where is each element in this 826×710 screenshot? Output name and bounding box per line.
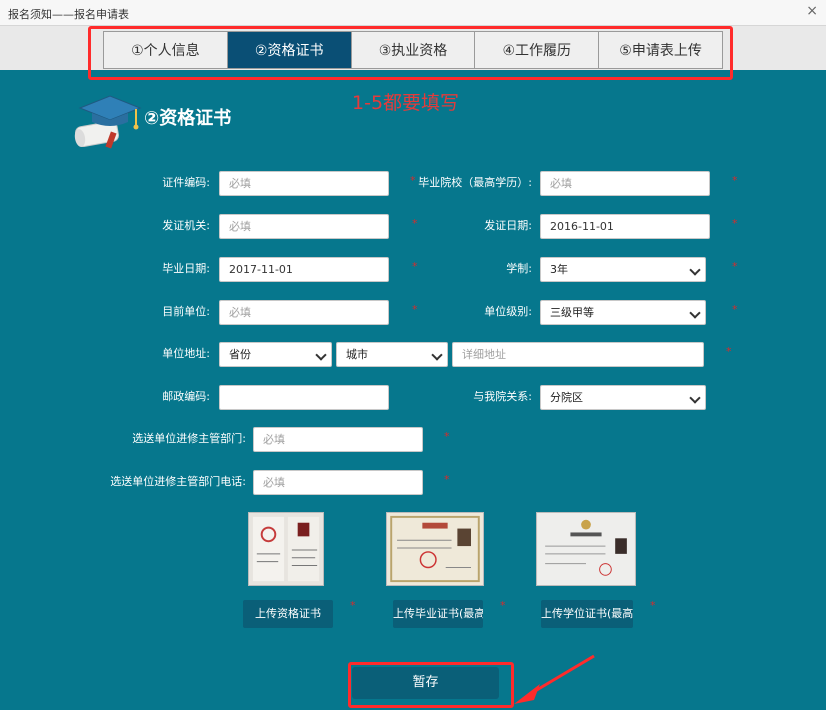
chevron-down-icon: [689, 307, 701, 319]
province-value: 省份: [229, 348, 251, 361]
required-mark: *: [412, 260, 418, 273]
edu-length-value: 3年: [550, 263, 568, 276]
unit-level-select[interactable]: 三级甲等: [540, 300, 706, 325]
chevron-down-icon: [689, 264, 701, 276]
qualification-cert-thumbnail: [248, 512, 324, 586]
row-dept-phone: 选送单位进修主管部门电话: *: [0, 470, 826, 498]
row-cert-school: 证件编码: * 毕业院校（最高学历）: *: [0, 171, 826, 199]
save-draft-button[interactable]: 暂存: [352, 667, 499, 699]
issuer-input[interactable]: [219, 214, 389, 239]
required-mark: *: [732, 217, 738, 230]
row-dept: 选送单位进修主管部门: *: [0, 427, 826, 455]
required-mark: *: [412, 303, 418, 316]
row-unit-level: 目前单位: * 单位级别: 三级甲等 *: [0, 300, 826, 328]
dept-phone-label: 选送单位进修主管部门电话:: [110, 475, 246, 488]
window-title: 报名须知——报名申请表: [8, 8, 129, 21]
postcode-label: 邮政编码:: [162, 390, 210, 403]
chevron-down-icon: [689, 392, 701, 404]
issue-date-label: 发证日期:: [484, 219, 532, 232]
grad-date-input[interactable]: [219, 257, 389, 282]
unit-address-label: 单位地址:: [162, 347, 210, 360]
required-mark: *: [444, 473, 450, 486]
annotation-text: 1-5都要填写: [352, 92, 460, 114]
required-mark: *: [350, 599, 356, 612]
issue-date-input[interactable]: [540, 214, 710, 239]
required-mark: *: [732, 303, 738, 316]
graduation-cap-icon: [74, 95, 142, 149]
issuer-label: 发证机关:: [162, 219, 210, 232]
degree-cert-thumbnail: [536, 512, 636, 586]
required-mark: *: [650, 599, 656, 612]
postcode-input[interactable]: [219, 385, 389, 410]
row-issuer-date: 发证机关: * 发证日期: *: [0, 214, 826, 242]
city-value: 城市: [346, 348, 368, 361]
school-input[interactable]: [540, 171, 710, 196]
required-mark: *: [732, 260, 738, 273]
graduation-cert-thumbnail: [386, 512, 484, 586]
province-select[interactable]: 省份: [219, 342, 332, 367]
upload-graduation-cert-button[interactable]: 上传毕业证书(最高: [393, 600, 483, 628]
section-title: ②资格证书: [144, 108, 232, 129]
required-mark: *: [726, 345, 732, 358]
tabs-highlight-box: [88, 26, 733, 80]
required-mark: *: [500, 599, 506, 612]
edu-length-select[interactable]: 3年: [540, 257, 706, 282]
unit-input[interactable]: [219, 300, 389, 325]
close-icon[interactable]: ×: [806, 3, 818, 19]
grad-date-label: 毕业日期:: [162, 262, 210, 275]
row-unit-address: 单位地址: 省份 城市 *: [0, 342, 826, 370]
upload-degree-cert-button[interactable]: 上传学位证书(最高: [541, 600, 633, 628]
unit-label: 目前单位:: [162, 305, 210, 318]
edu-length-label: 学制:: [506, 262, 532, 275]
address-detail-input[interactable]: [452, 342, 704, 367]
dept-phone-input[interactable]: [253, 470, 423, 495]
dept-label: 选送单位进修主管部门:: [132, 432, 246, 445]
row-grad-length: 毕业日期: * 学制: 3年 *: [0, 257, 826, 285]
city-select[interactable]: 城市: [336, 342, 448, 367]
dept-input[interactable]: [253, 427, 423, 452]
relation-select[interactable]: 分院区: [540, 385, 706, 410]
window-titlebar: 报名须知——报名申请表 ×: [0, 0, 826, 26]
required-mark: *: [412, 217, 418, 230]
cert-no-label: 证件编码:: [162, 176, 210, 189]
chevron-down-icon: [315, 349, 327, 361]
unit-level-value: 三级甲等: [550, 306, 594, 319]
unit-level-label: 单位级别:: [484, 305, 532, 318]
cert-no-input[interactable]: [219, 171, 389, 196]
relation-value: 分院区: [550, 391, 583, 404]
chevron-down-icon: [431, 349, 443, 361]
arrow-icon: [514, 654, 595, 704]
upload-qualification-cert-button[interactable]: 上传资格证书: [243, 600, 333, 628]
relation-label: 与我院关系:: [473, 390, 532, 403]
required-mark: *: [732, 174, 738, 187]
row-postcode-relation: 邮政编码: 与我院关系: 分院区: [0, 385, 826, 413]
school-label: 毕业院校（最高学历）:: [418, 176, 532, 189]
required-mark: *: [444, 430, 450, 443]
form-frame: ①个人信息 ②资格证书 ③执业资格 ④工作履历 ⑤申请表上传 1-5都要填写 ②…: [0, 26, 826, 710]
